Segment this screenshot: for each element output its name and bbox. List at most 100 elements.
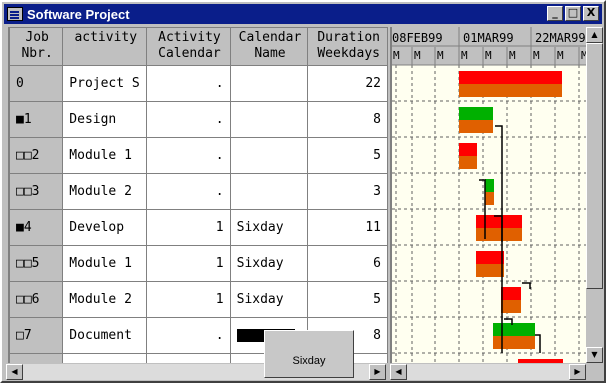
activity-cell[interactable]: Design bbox=[62, 101, 148, 138]
activity-calendar-cell[interactable]: 1 bbox=[146, 281, 231, 318]
job-cell[interactable]: □□5 bbox=[9, 245, 64, 282]
gantt-day-label: M bbox=[509, 49, 516, 62]
close-button[interactable]: X bbox=[583, 6, 599, 21]
job-cell[interactable]: □□2 bbox=[9, 137, 64, 174]
gantt-bar-top bbox=[476, 251, 504, 264]
gantt-bar-top bbox=[518, 359, 563, 363]
table-row[interactable]: □□2 Module 1. 5 bbox=[9, 137, 388, 174]
calendar-name-cell[interactable] bbox=[229, 173, 309, 210]
gantt-day-label: M bbox=[414, 49, 421, 62]
activity-cell[interactable] bbox=[62, 353, 148, 363]
activity-cell[interactable]: Module 2 bbox=[62, 173, 148, 210]
vertical-scrollbar[interactable]: ▲ ▼ bbox=[586, 27, 603, 363]
activity-calendar-cell[interactable]: . bbox=[146, 65, 231, 102]
duration-cell[interactable]: 3 bbox=[307, 173, 388, 210]
calendar-name-cell[interactable] bbox=[229, 101, 309, 138]
table-row[interactable]: ■4 Develop 1 Sixday 11 bbox=[9, 209, 388, 246]
calendar-name-cell[interactable] bbox=[229, 65, 309, 102]
gantt-bar-bottom bbox=[459, 156, 477, 169]
gantt-bar-bottom bbox=[476, 264, 504, 277]
table-row[interactable]: □□6 Module 2 1 Sixday 5 bbox=[9, 281, 388, 318]
activity-cell[interactable]: Project S bbox=[62, 65, 148, 102]
gantt-scroll-left-button[interactable]: ◀ bbox=[390, 364, 407, 380]
gantt-bar-bottom bbox=[493, 336, 535, 349]
project-window: Software Project _ □ X Job Nbr. activity … bbox=[0, 0, 606, 383]
calendar-name-cell[interactable] bbox=[229, 137, 309, 174]
column-header-line: Calendar bbox=[158, 46, 221, 61]
scroll-down-button[interactable]: ▼ bbox=[586, 347, 603, 363]
table-scroll-left-button[interactable]: ◀ bbox=[6, 364, 23, 380]
gantt-bar-top bbox=[493, 323, 535, 336]
gantt-day-label: M bbox=[485, 49, 492, 62]
activity-calendar-cell[interactable]: . bbox=[146, 173, 231, 210]
duration-cell[interactable]: 8 bbox=[307, 101, 388, 138]
gantt-date-label: 22MAR99 bbox=[535, 31, 586, 45]
job-cell[interactable]: □7 bbox=[9, 317, 64, 354]
job-cell[interactable] bbox=[9, 353, 64, 363]
gantt-horizontal-scrollbar[interactable]: ◀ ▶ bbox=[390, 364, 586, 380]
column-header-line: Weekdays bbox=[317, 46, 380, 61]
column-header-line: Nbr. bbox=[21, 46, 53, 61]
column-header-line: Job bbox=[25, 30, 49, 45]
job-cell[interactable]: 0 bbox=[9, 65, 64, 102]
app-icon[interactable] bbox=[7, 7, 23, 21]
gantt-bar-bottom bbox=[476, 228, 522, 241]
gantt-bar-bottom bbox=[485, 192, 494, 205]
job-cell[interactable]: ■1 bbox=[9, 101, 64, 138]
gantt-bar-top bbox=[459, 71, 562, 84]
column-header-activity-calendar[interactable]: Activity Calendar bbox=[146, 27, 231, 66]
vertical-scroll-thumb[interactable] bbox=[586, 43, 603, 289]
table-row[interactable]: 0 Project S. 22 bbox=[9, 65, 388, 102]
duration-cell[interactable]: 6 bbox=[307, 245, 388, 282]
activity-calendar-cell[interactable]: . bbox=[146, 317, 231, 354]
gantt-svg: 08FEB99 01MAR99 22MAR99 MMMMMMMMM bbox=[392, 27, 586, 363]
duration-cell[interactable]: 5 bbox=[307, 137, 388, 174]
column-header-line: activity bbox=[74, 30, 138, 45]
gantt-day-label: M bbox=[557, 49, 564, 62]
activity-cell[interactable]: Document bbox=[62, 317, 148, 354]
duration-cell[interactable]: 11 bbox=[307, 209, 388, 246]
activity-calendar-cell[interactable] bbox=[146, 353, 231, 363]
table-row[interactable]: □□5 Module 1 1 Sixday 6 bbox=[9, 245, 388, 282]
gantt-chart[interactable]: 08FEB99 01MAR99 22MAR99 MMMMMMMMM bbox=[390, 27, 586, 363]
column-header-calendar-name[interactable]: Calendar Name bbox=[229, 27, 309, 66]
job-cell[interactable]: □□3 bbox=[9, 173, 64, 210]
activity-cell[interactable]: Module 1 bbox=[62, 137, 148, 174]
gantt-day-label: M bbox=[461, 49, 468, 62]
gantt-bar-top bbox=[476, 215, 522, 228]
column-header-activity[interactable]: activity bbox=[62, 27, 148, 66]
maximize-button[interactable]: □ bbox=[565, 6, 581, 21]
column-header-job-nbr[interactable]: Job Nbr. bbox=[9, 27, 64, 66]
activity-cell[interactable]: Module 2 bbox=[62, 281, 148, 318]
duration-cell[interactable]: 22 bbox=[307, 65, 388, 102]
table-row[interactable]: ■1 Design. 8 bbox=[9, 101, 388, 138]
activity-cell[interactable]: Module 1 bbox=[62, 245, 148, 282]
activity-calendar-cell[interactable]: . bbox=[146, 137, 231, 174]
table-row[interactable]: □□3 Module 2. 3 bbox=[9, 173, 388, 210]
job-cell[interactable]: ■4 bbox=[9, 209, 64, 246]
job-cell[interactable]: □□6 bbox=[9, 281, 64, 318]
activity-calendar-cell[interactable]: 1 bbox=[146, 209, 231, 246]
calendar-name-cell[interactable]: Sixday bbox=[229, 245, 309, 282]
activity-calendar-cell[interactable]: 1 bbox=[146, 245, 231, 282]
calendar-name-cell[interactable]: Sixday bbox=[229, 209, 309, 246]
gantt-scroll-right-button[interactable]: ▶ bbox=[569, 364, 586, 380]
gantt-date-label: 08FEB99 bbox=[392, 31, 443, 45]
table-scroll-right-button[interactable]: ▶ bbox=[369, 364, 386, 380]
calendar-name-cell[interactable]: Sixday bbox=[229, 281, 309, 318]
minimize-button[interactable]: _ bbox=[547, 6, 563, 21]
calendar-tooltip-popup[interactable]: Sixday bbox=[264, 330, 354, 378]
activity-calendar-cell[interactable]: . bbox=[146, 101, 231, 138]
gantt-date-label: 01MAR99 bbox=[463, 31, 514, 45]
activity-cell[interactable]: Develop bbox=[62, 209, 148, 246]
header-row: Job Nbr. activity Activity Calendar Calend… bbox=[9, 27, 388, 66]
title-bar[interactable]: Software Project _ □ X bbox=[4, 4, 602, 24]
column-header-line: Activity bbox=[158, 30, 221, 45]
duration-cell[interactable]: 5 bbox=[307, 281, 388, 318]
gantt-day-label: M bbox=[393, 49, 400, 62]
window-title: Software Project bbox=[27, 6, 130, 22]
activity-table: Job Nbr. activity Activity Calendar Calend… bbox=[8, 27, 388, 363]
scroll-up-button[interactable]: ▲ bbox=[586, 27, 603, 43]
column-header-duration[interactable]: Duration Weekdays bbox=[307, 27, 388, 66]
gantt-day-label: M bbox=[533, 49, 540, 62]
